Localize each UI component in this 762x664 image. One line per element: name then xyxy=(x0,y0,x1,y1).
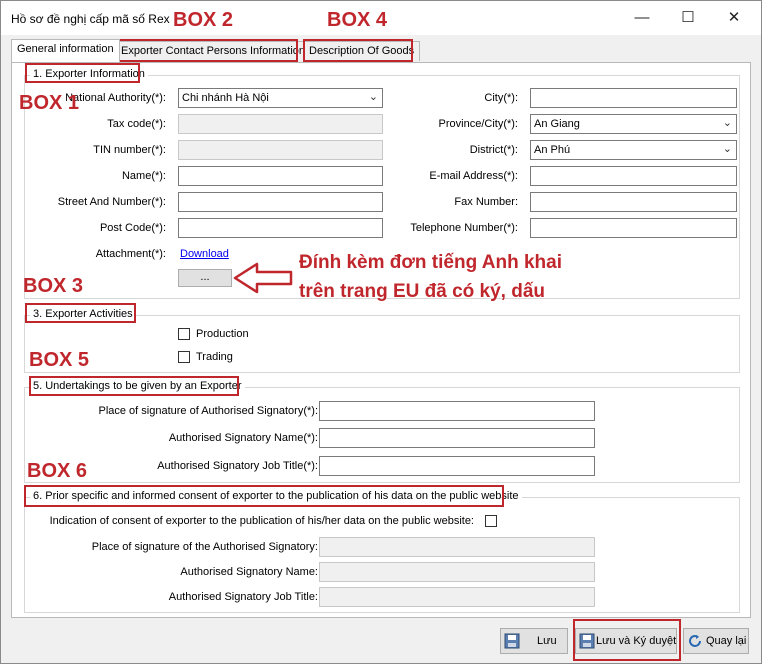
annotation-box-3-label: BOX 3 xyxy=(23,275,84,297)
national-authority-label: National Authority(*): xyxy=(65,92,166,104)
consent-label: Indication of consent of exporter to the… xyxy=(49,515,474,527)
chevron-down-icon: ⌄ xyxy=(368,91,378,103)
fax-field[interactable] xyxy=(530,192,737,212)
annotation-box-3-highlight xyxy=(25,303,136,323)
annotation-box-6-label: BOX 6 xyxy=(27,460,88,482)
tab-general-information[interactable]: General information xyxy=(11,39,120,62)
consent-job-label: Authorised Signatory Job Title: xyxy=(168,591,318,603)
name-label: Name(*): xyxy=(121,170,166,182)
annotation-box-1-highlight xyxy=(25,63,140,83)
trading-checkbox[interactable] xyxy=(178,351,190,363)
dialog-window: Hồ sơ đề nghị cấp mã số Rex — ☐ ✕ Genera… xyxy=(0,0,762,664)
city-label: City(*): xyxy=(484,92,518,104)
province-select[interactable]: An Giang ⌄ xyxy=(530,114,737,134)
tin-number-field xyxy=(178,140,383,160)
tax-code-field xyxy=(178,114,383,134)
province-label: Province/City(*): xyxy=(438,118,518,130)
annotation-box-2-label: BOX 2 xyxy=(173,9,234,31)
annotation-box-4-highlight xyxy=(303,39,413,62)
chevron-down-icon: ⌄ xyxy=(722,143,732,155)
refresh-icon xyxy=(687,633,703,652)
national-authority-select[interactable]: Chi nhánh Hà Nội ⌄ xyxy=(178,88,383,108)
post-code-label: Post Code(*): xyxy=(99,222,166,234)
chevron-down-icon: ⌄ xyxy=(722,117,732,129)
email-field[interactable] xyxy=(530,166,737,186)
name-field[interactable] xyxy=(178,166,383,186)
email-label: E-mail Address(*): xyxy=(429,170,518,182)
download-link[interactable]: Download xyxy=(180,248,229,260)
city-field[interactable] xyxy=(530,88,737,108)
exporter-activities-group xyxy=(24,315,740,373)
maximize-icon: ☐ xyxy=(681,9,695,26)
place-of-signature-label: Place of signature of Authorised Signato… xyxy=(98,405,318,417)
minimize-button[interactable]: — xyxy=(619,1,665,35)
production-checkbox[interactable] xyxy=(178,328,190,340)
consent-name-field xyxy=(319,562,595,582)
authorised-signatory-job-field[interactable] xyxy=(319,456,595,476)
save-icon xyxy=(504,633,520,652)
annotation-box-1-label: BOX 1 xyxy=(19,92,80,114)
consent-name-label: Authorised Signatory Name: xyxy=(180,566,318,578)
annotation-note-line-1: Đính kèm đơn tiếng Anh khai xyxy=(299,252,562,273)
annotation-save-sign-highlight xyxy=(573,619,681,661)
trading-label: Trading xyxy=(196,351,233,363)
district-value: An Phú xyxy=(534,144,571,156)
general-information-panel: 1. Exporter Information National Authori… xyxy=(11,62,751,618)
fax-label: Fax Number: xyxy=(454,196,518,208)
close-icon: ✕ xyxy=(727,9,741,26)
authorised-signatory-name-field[interactable] xyxy=(319,428,595,448)
tin-number-label: TIN number(*): xyxy=(93,144,166,156)
annotation-box-4-label: BOX 4 xyxy=(327,9,388,31)
street-label: Street And Number(*): xyxy=(57,196,166,208)
back-button[interactable]: Quay lại xyxy=(683,628,749,654)
telephone-field[interactable] xyxy=(530,218,737,238)
street-field[interactable] xyxy=(178,192,383,212)
production-label: Production xyxy=(196,328,249,340)
annotation-box-5-label: BOX 5 xyxy=(29,349,90,371)
national-authority-value: Chi nhánh Hà Nội xyxy=(182,92,269,104)
tax-code-label: Tax code(*): xyxy=(107,118,166,130)
post-code-field[interactable] xyxy=(178,218,383,238)
attachment-label: Attachment(*): xyxy=(95,248,166,260)
authorised-signatory-name-label: Authorised Signatory Name(*): xyxy=(168,432,318,444)
annotation-note-line-2: trên trang EU đã có ký, dấu xyxy=(299,281,545,302)
annotation-arrow-icon xyxy=(233,262,293,294)
maximize-button[interactable]: ☐ xyxy=(665,1,711,35)
window-title: Hồ sơ đề nghị cấp mã số Rex xyxy=(11,12,170,26)
close-button[interactable]: ✕ xyxy=(711,1,757,35)
annotation-box-5-highlight xyxy=(29,376,239,396)
district-label: District(*): xyxy=(469,144,518,156)
minimize-icon: — xyxy=(634,9,650,26)
save-button[interactable]: Lưu xyxy=(500,628,568,654)
authorised-signatory-job-label: Authorised Signatory Job Title(*): xyxy=(157,460,318,472)
consent-place-label: Place of signature of the Authorised Sig… xyxy=(91,541,318,553)
consent-job-field xyxy=(319,587,595,607)
browse-attachment-button[interactable]: ... xyxy=(178,269,232,287)
place-of-signature-field[interactable] xyxy=(319,401,595,421)
province-value: An Giang xyxy=(534,118,580,130)
annotation-box-2-highlight xyxy=(114,39,298,62)
consent-checkbox[interactable] xyxy=(485,515,497,527)
district-select[interactable]: An Phú ⌄ xyxy=(530,140,737,160)
annotation-box-6-highlight xyxy=(24,485,504,507)
consent-place-field xyxy=(319,537,595,557)
telephone-label: Telephone Number(*): xyxy=(410,222,518,234)
